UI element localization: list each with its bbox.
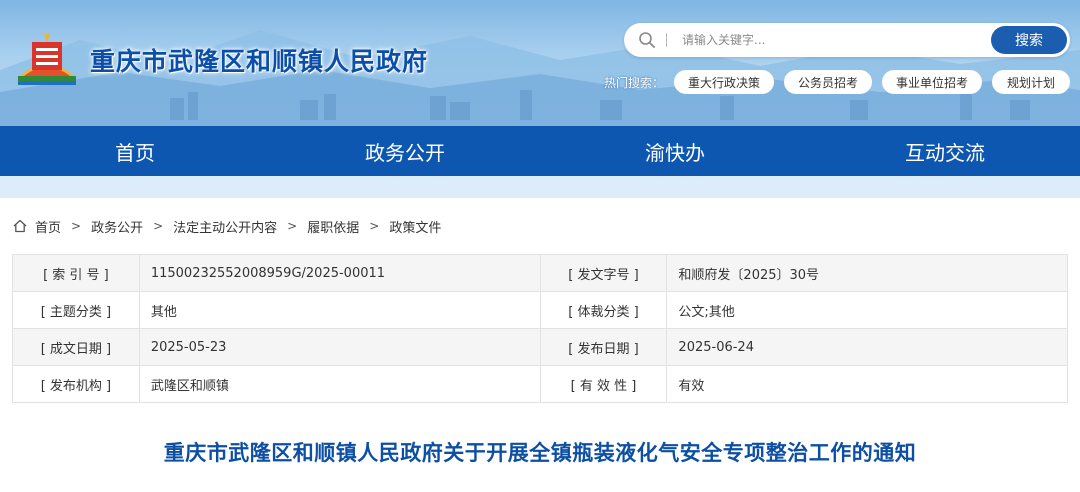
nav-home[interactable]: 首页 xyxy=(0,126,270,176)
nav-interaction[interactable]: 互动交流 xyxy=(810,126,1080,176)
hot-tag-major-decisions[interactable]: 重大行政决策 xyxy=(674,70,774,94)
table-row: [ 成文日期 ] 2025-05-23 [ 发布日期 ] 2025-06-24 xyxy=(12,328,1068,366)
nav-strip xyxy=(0,176,1080,198)
hot-tag-civil-servant[interactable]: 公务员招考 xyxy=(784,70,872,94)
meta-label-publish-date: [ 发布日期 ] xyxy=(539,328,668,366)
breadcrumb-gov-affairs[interactable]: 政务公开 xyxy=(91,217,143,236)
home-icon[interactable] xyxy=(12,218,28,234)
document-meta-table: [ 索 引 号 ] 11500232552008959G/2025-00011 … xyxy=(12,254,1068,403)
search-input[interactable] xyxy=(682,29,982,51)
hot-tag-public-institution[interactable]: 事业单位招考 xyxy=(882,70,982,94)
meta-value-doc-no: 和顺府发〔2025〕30号 xyxy=(666,254,1068,292)
breadcrumb-policy-documents[interactable]: 政策文件 xyxy=(389,217,441,236)
meta-label-written-date: [ 成文日期 ] xyxy=(12,328,140,366)
site-title[interactable]: 重庆市武隆区和顺镇人民政府 xyxy=(90,42,428,78)
meta-label-publisher: [ 发布机构 ] xyxy=(12,365,140,403)
breadcrumb-home[interactable]: 首页 xyxy=(35,217,61,236)
table-row: [ 发布机构 ] 武隆区和顺镇 [ 有 效 性 ] 有效 xyxy=(12,365,1068,403)
search-button[interactable]: 搜索 xyxy=(991,26,1067,54)
meta-label-doc-no: [ 发文字号 ] xyxy=(539,254,668,292)
breadcrumb-separator: > xyxy=(369,219,380,233)
search-divider xyxy=(666,33,667,47)
meta-value-validity: 有效 xyxy=(666,365,1068,403)
hot-tag-planning[interactable]: 规划计划 xyxy=(992,70,1070,94)
breadcrumb-separator: > xyxy=(153,219,164,233)
main-nav: 首页 政务公开 渝快办 互动交流 xyxy=(0,126,1080,176)
government-emblem-logo xyxy=(18,34,76,85)
meta-value-publish-date: 2025-06-24 xyxy=(666,328,1068,366)
nav-gov-affairs[interactable]: 政务公开 xyxy=(270,126,540,176)
meta-label-validity: [ 有 效 性 ] xyxy=(539,365,668,403)
breadcrumb-duty-basis[interactable]: 履职依据 xyxy=(307,217,359,236)
meta-value-index-no: 11500232552008959G/2025-00011 xyxy=(138,254,541,292)
hot-search-label: 热门搜索： xyxy=(604,76,665,90)
meta-value-written-date: 2025-05-23 xyxy=(138,328,541,366)
meta-value-topic: 其他 xyxy=(138,291,541,329)
breadcrumb-separator: > xyxy=(287,219,298,233)
breadcrumb-separator: > xyxy=(71,219,82,233)
meta-value-genre: 公文;其他 xyxy=(666,291,1068,329)
meta-label-index-no: [ 索 引 号 ] xyxy=(12,254,140,292)
meta-label-genre: [ 体裁分类 ] xyxy=(539,291,668,329)
search-box: 搜索 xyxy=(624,23,1070,57)
meta-value-publisher: 武隆区和顺镇 xyxy=(138,365,541,403)
search-icon[interactable] xyxy=(638,31,656,49)
breadcrumb: 首页 > 政务公开 > 法定主动公开内容 > 履职依据 > 政策文件 xyxy=(12,216,441,236)
nav-yukuaiban[interactable]: 渝快办 xyxy=(540,126,810,176)
breadcrumb-statutory-content[interactable]: 法定主动公开内容 xyxy=(173,217,277,236)
meta-label-topic: [ 主题分类 ] xyxy=(12,291,140,329)
header-banner: 重庆市武隆区和顺镇人民政府 搜索 热门搜索： 重大行政决策 公务员招考 事业单位… xyxy=(0,0,1080,126)
table-row: [ 索 引 号 ] 11500232552008959G/2025-00011 … xyxy=(12,254,1068,292)
article-title: 重庆市武隆区和顺镇人民政府关于开展全镇瓶装液化气安全专项整治工作的通知 xyxy=(163,441,917,465)
table-row: [ 主题分类 ] 其他 [ 体裁分类 ] 公文;其他 xyxy=(12,291,1068,329)
